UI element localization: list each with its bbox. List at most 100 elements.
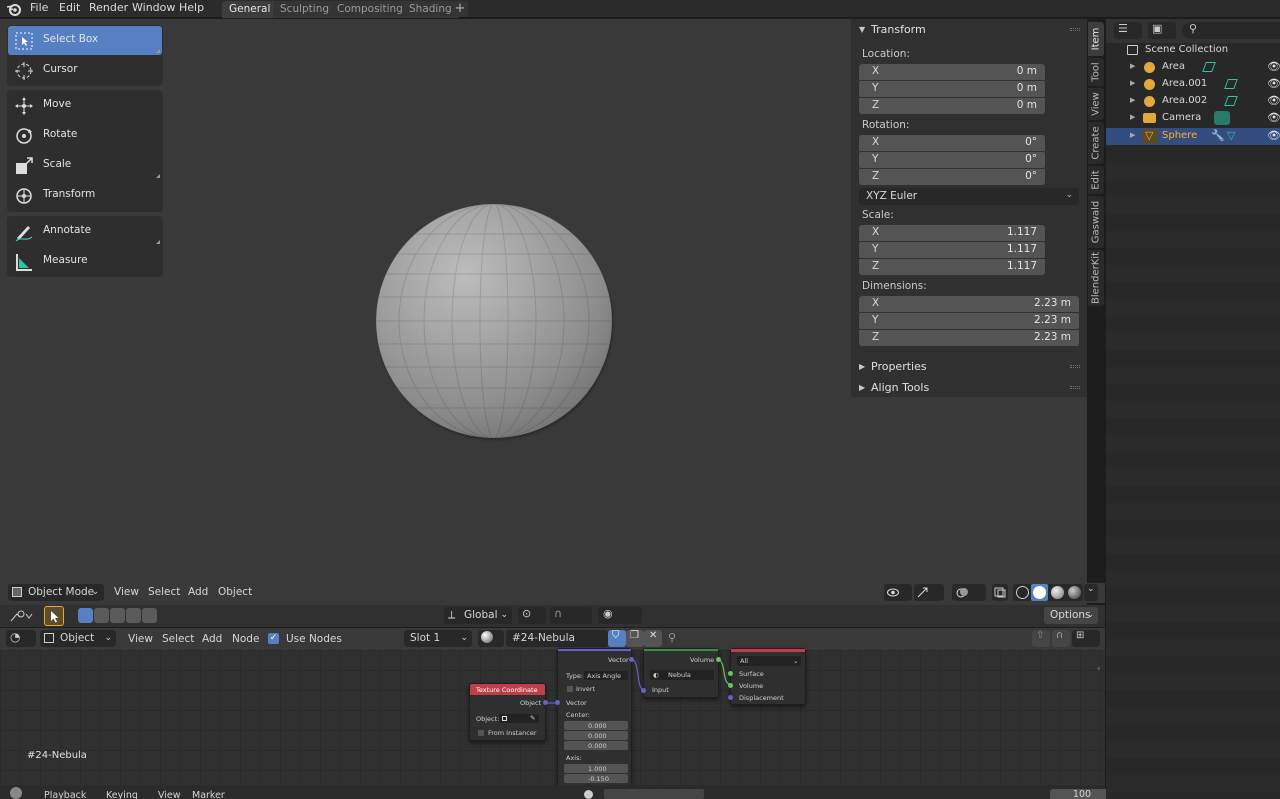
node-group-selector[interactable]: ◐ Nebula: [650, 670, 714, 680]
menu-help[interactable]: Help: [179, 1, 204, 15]
menu-select[interactable]: Select: [162, 631, 194, 647]
mapping-node[interactable]: Vector Type: Axis Angle Invert Vector Ce…: [555, 648, 634, 787]
outliner-item-camera[interactable]: ▶ Camera 👁: [1106, 110, 1280, 127]
eye-icon[interactable]: 👁: [1267, 77, 1280, 90]
location-z-field[interactable]: Z 0 m: [859, 98, 1045, 114]
timeline-editor-icon[interactable]: [10, 787, 22, 799]
type-dropdown[interactable]: Axis Angle: [584, 671, 628, 680]
axis-y-field[interactable]: -0.150: [564, 774, 628, 783]
duplicate-material-button[interactable]: ❐: [626, 630, 644, 647]
tab-compositing[interactable]: Compositing: [330, 1, 410, 18]
outliner-item-sphere[interactable]: ▶ ▽ Sphere 🔧 ▽ 👁: [1106, 128, 1280, 145]
expand-arrow-icon[interactable]: ▶: [1130, 113, 1135, 121]
tool-measure[interactable]: Measure: [8, 247, 162, 276]
nebula-group-node[interactable]: Volume ◐ Nebula Input: [641, 648, 721, 698]
material-browse-button[interactable]: [478, 630, 504, 647]
options-dropdown[interactable]: Options ⌄: [1044, 607, 1098, 624]
eye-icon[interactable]: 👁: [1267, 94, 1280, 107]
select-mode-invert[interactable]: [142, 608, 157, 623]
tool-select-box[interactable]: Select Box: [8, 26, 162, 55]
fake-user-toggle[interactable]: ⛉: [608, 630, 626, 647]
pivot-point-dropdown[interactable]: ⊙: [518, 607, 546, 624]
current-frame-field[interactable]: 100: [1050, 789, 1114, 799]
shading-options-dropdown[interactable]: ⌄: [1084, 584, 1098, 601]
pin-icon[interactable]: ⚲: [668, 631, 676, 644]
rotation-z-field[interactable]: Z 0°: [859, 169, 1045, 185]
tab-tool[interactable]: Tool: [1088, 58, 1104, 86]
select-mode-new[interactable]: [78, 608, 93, 623]
search-input[interactable]: ⚲: [1182, 22, 1280, 39]
tab-gaswald[interactable]: Gaswald: [1088, 196, 1104, 248]
visibility-dropdown[interactable]: [884, 584, 912, 601]
playback-controls[interactable]: [604, 789, 704, 799]
unlink-material-button[interactable]: ✕: [644, 630, 662, 647]
tool-rotate[interactable]: Rotate: [8, 121, 162, 150]
drag-grip-icon[interactable]: [1070, 28, 1080, 31]
rotation-y-field[interactable]: Y 0°: [859, 152, 1045, 168]
drag-grip-icon[interactable]: [1070, 365, 1080, 368]
menu-file[interactable]: File: [30, 1, 48, 15]
menu-object[interactable]: Object: [218, 584, 252, 600]
from-instancer-checkbox[interactable]: [478, 730, 484, 736]
expand-arrow-icon[interactable]: ▶: [1130, 79, 1135, 87]
rotation-mode-dropdown[interactable]: XYZ Euler ⌄: [859, 188, 1079, 205]
input-socket[interactable]: [555, 700, 560, 705]
menu-render[interactable]: Render: [89, 1, 128, 15]
scale-x-field[interactable]: X 1.117: [859, 225, 1045, 241]
input-socket[interactable]: [728, 695, 733, 700]
select-mode-subtract[interactable]: [110, 608, 125, 623]
expand-arrow-icon[interactable]: ▶: [1130, 96, 1135, 104]
display-mode-dropdown[interactable]: ☰: [1114, 22, 1142, 39]
tool-cursor[interactable]: Cursor: [8, 56, 162, 85]
menu-view[interactable]: View: [114, 584, 139, 600]
node-editor-canvas[interactable]: #24-Nebula Texture Coordinate Object Obj…: [0, 648, 1105, 787]
blender-logo-icon[interactable]: [6, 1, 22, 17]
menu-window[interactable]: Window: [132, 1, 175, 15]
eyedropper-icon[interactable]: ✎: [530, 714, 535, 722]
menu-add[interactable]: Add: [202, 631, 222, 647]
expand-arrow-icon[interactable]: ▶: [1130, 131, 1135, 139]
scale-z-field[interactable]: Z 1.117: [859, 259, 1045, 275]
wireframe-shading-icon[interactable]: [1016, 586, 1029, 599]
align-tools-panel-header[interactable]: ▶ Align Tools: [851, 378, 1087, 397]
target-dropdown[interactable]: All ⌄: [737, 656, 801, 666]
sidebar-toggle-icon[interactable]: ‹: [1097, 664, 1101, 674]
snap-element-dropdown[interactable]: ⊞: [1072, 630, 1100, 647]
outliner-item-area-001[interactable]: ▶ Area.001 👁: [1106, 76, 1280, 93]
material-output-node[interactable]: All ⌄ Surface Volume Displacement: [728, 648, 806, 705]
center-y-field[interactable]: 0.000: [564, 731, 628, 740]
scale-y-field[interactable]: Y 1.117: [859, 242, 1045, 258]
output-socket[interactable]: [716, 657, 721, 662]
menu-view[interactable]: View: [128, 631, 153, 647]
xray-toggle[interactable]: [992, 584, 1008, 601]
center-x-field[interactable]: 0.000: [564, 721, 628, 730]
center-z-field[interactable]: 0.000: [564, 741, 628, 750]
slot-dropdown[interactable]: Slot 1 ⌄: [404, 630, 472, 647]
outliner-item-area[interactable]: ▶ Area 👁: [1106, 59, 1280, 76]
input-socket[interactable]: [641, 688, 646, 693]
wrench-modifier-icon[interactable]: 🔧: [1211, 129, 1225, 142]
editor-type-dropdown[interactable]: ◔: [6, 630, 36, 647]
menu-view[interactable]: View: [158, 789, 181, 799]
shader-type-dropdown[interactable]: Object ⌄: [40, 630, 116, 647]
tool-annotate[interactable]: Annotate: [8, 217, 162, 246]
eye-icon[interactable]: 👁: [1267, 60, 1280, 73]
menu-select[interactable]: Select: [148, 584, 180, 600]
tab-general[interactable]: General: [222, 1, 278, 18]
overlays-dropdown[interactable]: [952, 584, 986, 601]
use-nodes-checkbox[interactable]: ✓: [268, 633, 279, 644]
snapping-dropdown[interactable]: ∩: [550, 607, 592, 624]
rendered-shading-icon[interactable]: [1068, 586, 1081, 599]
parent-node-tree-button[interactable]: ⇧: [1032, 630, 1050, 647]
tool-settings-icon[interactable]: [9, 609, 33, 623]
gizmo-dropdown[interactable]: [914, 584, 944, 601]
expand-arrow-icon[interactable]: ▶: [1130, 62, 1135, 70]
menu-edit[interactable]: Edit: [59, 1, 80, 15]
menu-playback[interactable]: Playback: [44, 789, 86, 799]
record-icon[interactable]: [584, 790, 593, 799]
menu-add[interactable]: Add: [188, 584, 208, 600]
menu-node[interactable]: Node: [232, 631, 259, 647]
tab-blenderkit[interactable]: BlenderKit: [1088, 250, 1104, 306]
material-shading-icon[interactable]: [1051, 586, 1064, 599]
location-y-field[interactable]: Y 0 m: [859, 81, 1045, 97]
